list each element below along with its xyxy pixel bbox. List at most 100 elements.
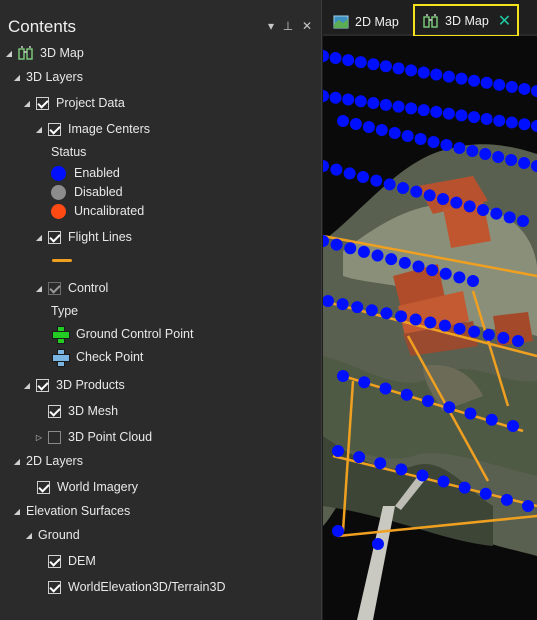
image-center-point[interactable]	[392, 100, 405, 113]
image-center-point[interactable]	[379, 60, 392, 73]
image-center-point[interactable]	[417, 104, 430, 117]
image-center-point[interactable]	[531, 120, 537, 132]
collapse-icon[interactable]: ◢	[24, 531, 34, 540]
image-center-point[interactable]	[493, 114, 506, 127]
map-view-3d[interactable]	[323, 36, 537, 620]
collapse-icon[interactable]: ◢	[34, 284, 44, 293]
close-tab-icon[interactable]: ✕	[498, 11, 511, 31]
image-center-point[interactable]	[468, 111, 481, 124]
image-center-point[interactable]	[371, 249, 384, 262]
image-center-point[interactable]	[336, 298, 349, 311]
tree-item-image-centers[interactable]: ◢ Image Centers	[34, 119, 150, 139]
image-center-point[interactable]	[505, 154, 518, 166]
image-center-point[interactable]	[497, 331, 510, 344]
image-center-point[interactable]	[323, 160, 329, 172]
close-pane-icon[interactable]: ✕	[300, 18, 314, 34]
image-center-point[interactable]	[464, 407, 477, 420]
collapse-icon[interactable]: ◢	[4, 49, 14, 58]
tree-item-3d-point-cloud[interactable]: ▷ 3D Point Cloud	[34, 427, 152, 447]
image-center-point[interactable]	[367, 97, 380, 110]
tree-item-dem[interactable]: DEM	[48, 551, 96, 571]
image-center-point[interactable]	[372, 538, 384, 550]
image-center-point[interactable]	[517, 215, 529, 227]
image-center-point[interactable]	[424, 316, 437, 329]
image-center-point[interactable]	[437, 193, 449, 205]
image-center-point[interactable]	[458, 481, 471, 494]
collapse-icon[interactable]: ◢	[34, 125, 44, 134]
collapse-icon[interactable]: ◢	[12, 507, 22, 516]
image-center-point[interactable]	[397, 182, 409, 194]
image-center-point[interactable]	[343, 167, 356, 180]
image-center-point[interactable]	[362, 121, 375, 133]
collapse-icon[interactable]: ◢	[22, 381, 32, 390]
image-centers-checkbox[interactable]	[48, 122, 61, 136]
image-center-point[interactable]	[479, 148, 492, 160]
expand-icon[interactable]: ▷	[34, 433, 44, 442]
tree-item-world-elevation[interactable]: WorldElevation3D/Terrain3D	[48, 577, 225, 597]
tree-item-world-imagery[interactable]: World Imagery	[37, 477, 138, 497]
collapse-icon[interactable]: ◢	[22, 99, 32, 108]
3d-mesh-checkbox[interactable]	[48, 404, 61, 418]
image-center-point[interactable]	[423, 189, 436, 202]
image-center-point[interactable]	[351, 301, 364, 314]
tab-3d-map[interactable]: 3D Map ✕	[413, 4, 519, 37]
image-center-point[interactable]	[512, 335, 524, 347]
image-center-point[interactable]	[427, 136, 440, 148]
image-center-point[interactable]	[337, 370, 349, 382]
image-center-point[interactable]	[330, 238, 343, 251]
image-center-point[interactable]	[479, 487, 492, 500]
image-center-point[interactable]	[379, 382, 392, 395]
image-center-point[interactable]	[412, 260, 425, 273]
image-center-point[interactable]	[353, 451, 366, 464]
image-center-point[interactable]	[388, 127, 401, 139]
image-center-point[interactable]	[370, 174, 383, 187]
image-center-point[interactable]	[357, 245, 370, 258]
tab-2d-map[interactable]: 2D Map	[327, 9, 405, 35]
image-center-point[interactable]	[358, 376, 371, 389]
image-center-point[interactable]	[332, 525, 344, 537]
image-center-point[interactable]	[342, 93, 355, 106]
image-center-point[interactable]	[480, 112, 493, 125]
image-center-point[interactable]	[323, 50, 329, 62]
tree-item-flight-lines[interactable]: ◢ Flight Lines	[34, 227, 132, 247]
image-center-point[interactable]	[380, 307, 393, 320]
image-center-point[interactable]	[492, 151, 505, 163]
3d-point-cloud-checkbox[interactable]	[48, 430, 61, 444]
image-center-point[interactable]	[430, 105, 443, 118]
panel-menu-icon[interactable]: ▾	[264, 18, 278, 34]
tree-item-3d-products[interactable]: ◢ 3D Products	[22, 375, 125, 395]
image-center-point[interactable]	[467, 275, 479, 287]
image-center-point[interactable]	[440, 139, 453, 151]
image-center-point[interactable]	[500, 493, 513, 506]
image-center-point[interactable]	[518, 82, 531, 95]
image-center-point[interactable]	[453, 271, 466, 284]
image-center-point[interactable]	[455, 72, 468, 85]
image-center-point[interactable]	[453, 322, 466, 335]
image-center-point[interactable]	[329, 91, 342, 104]
collapse-icon[interactable]: ◢	[12, 457, 22, 466]
tree-item-ground[interactable]: ◢ Ground	[24, 525, 80, 545]
image-center-point[interactable]	[357, 171, 369, 183]
tree-item-control[interactable]: ◢ Control	[34, 278, 108, 298]
image-center-point[interactable]	[332, 445, 344, 457]
image-center-point[interactable]	[490, 207, 503, 220]
image-center-point[interactable]	[503, 211, 516, 224]
image-center-point[interactable]	[383, 178, 396, 191]
image-center-point[interactable]	[485, 413, 498, 426]
image-center-point[interactable]	[395, 310, 408, 323]
image-center-point[interactable]	[422, 395, 434, 407]
image-center-point[interactable]	[337, 115, 349, 127]
image-center-point[interactable]	[405, 64, 418, 77]
pin-icon[interactable]: ⊥	[281, 18, 295, 34]
image-center-point[interactable]	[468, 325, 481, 338]
image-center-point[interactable]	[354, 95, 367, 108]
3d-products-checkbox[interactable]	[36, 378, 49, 392]
image-center-point[interactable]	[482, 328, 495, 341]
image-center-point[interactable]	[426, 264, 439, 277]
image-center-point[interactable]	[349, 118, 362, 130]
image-center-point[interactable]	[437, 475, 450, 488]
image-center-point[interactable]	[405, 102, 418, 115]
image-center-point[interactable]	[385, 253, 398, 266]
image-center-point[interactable]	[354, 56, 367, 69]
image-center-point[interactable]	[398, 256, 411, 269]
